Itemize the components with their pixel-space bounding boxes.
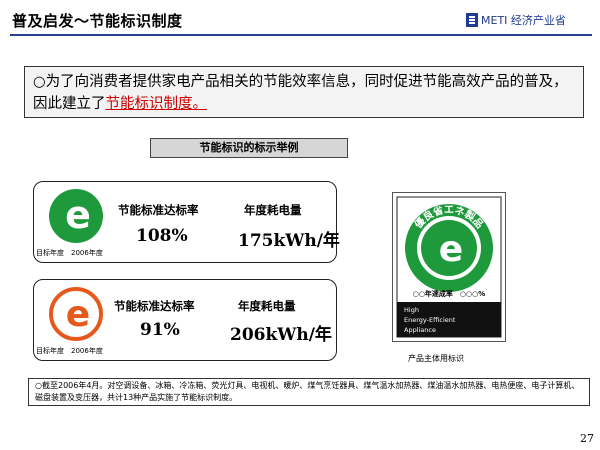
example-caption: 节能标识的标示举例 — [150, 138, 348, 158]
product-label-line2: Energy-Efficient — [404, 316, 456, 324]
logo-latin: METI — [481, 14, 508, 27]
target-year: 目标年度 2006年度 — [36, 249, 103, 257]
e-mark-green-icon: e — [49, 189, 103, 243]
product-label-caption: 产品主体用标识 — [408, 354, 464, 363]
energy-label-example-2: e 目标年度 2006年度 节能标准达标率 年度耗电量 91% 206kWh/年 — [33, 279, 337, 361]
header-divider — [10, 34, 592, 36]
product-label: 優良省エネ製品 e ○○年達成率 ○○○% High Energy-Effici… — [392, 192, 506, 342]
svg-text:e: e — [65, 193, 91, 237]
rate-value: 91% — [140, 320, 180, 340]
energy-value: 175kWh/年 — [238, 231, 340, 251]
intro-highlight: 节能标识制度。 — [105, 96, 208, 112]
note-box: ○截至2006年4月。对空调设备、冰箱、冷冻箱、荧光灯具、电视机、暖炉、煤气烹饪… — [28, 378, 590, 406]
rate-heading: 节能标准达标率 — [114, 299, 195, 313]
energy-heading: 年度耗电量 — [244, 203, 302, 217]
page-number: 27 — [580, 432, 594, 445]
energy-value: 206kWh/年 — [230, 325, 332, 345]
page-title: 普及启发～节能标识制度 — [12, 12, 183, 30]
e-mark-orange-icon: e — [49, 287, 103, 341]
meti-logo: METI 经济产业省 — [466, 12, 566, 28]
energy-heading: 年度耗电量 — [238, 299, 296, 313]
rate-heading: 节能标准达标率 — [118, 203, 199, 217]
intro-box: ○为了向消费者提供家电产品相关的节能效率信息，同时促进节能高效产品的普及，因此建… — [24, 66, 584, 118]
product-label-line1: High — [404, 306, 419, 314]
rate-value: 108% — [136, 226, 188, 246]
svg-text:e: e — [66, 294, 90, 335]
logo-cjk: 经济产业省 — [510, 14, 566, 27]
product-label-line3: Appliance — [404, 326, 436, 334]
e-mark-icon: e — [439, 229, 463, 270]
product-label-rate: ○○年達成率 ○○○% — [413, 289, 486, 298]
target-year: 目标年度 2006年度 — [36, 347, 103, 355]
meti-logo-text: METI 经济产业省 — [481, 12, 566, 28]
energy-label-example-1: e 目标年度 2006年度 节能标准达标率 年度耗电量 108% 175kWh/… — [33, 181, 340, 263]
meti-logo-icon — [466, 13, 478, 27]
